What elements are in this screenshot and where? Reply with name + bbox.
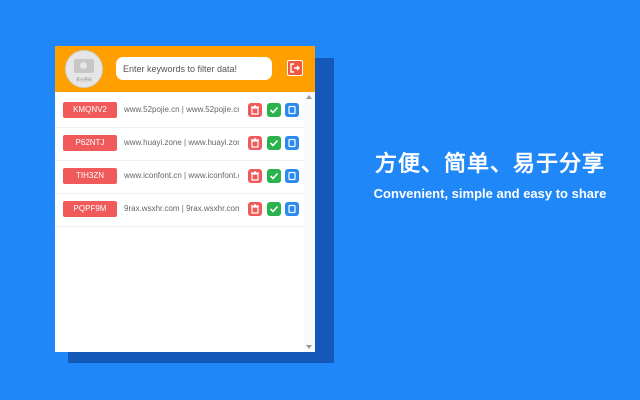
scroll-down-icon[interactable] — [306, 345, 312, 349]
delete-button[interactable] — [248, 136, 262, 150]
copy-icon — [288, 105, 296, 115]
code-badge[interactable]: P62NTJ — [63, 135, 117, 151]
scrollbar[interactable] — [304, 92, 315, 352]
check-icon — [269, 172, 279, 180]
code-badge[interactable]: TIH3ZN — [63, 168, 117, 184]
list-item: TIH3ZN www.iconfont.cn | www.iconfont.cn — [55, 164, 305, 194]
hero-subtitle: Convenient, simple and easy to share — [373, 186, 607, 201]
app-logo: 享分密码 — [65, 50, 103, 88]
delete-button[interactable] — [248, 103, 262, 117]
list-item: PQPF9M 9rax.wsxhr.com | 9rax.wsxhr.com — [55, 197, 305, 227]
password-list: KMQNV2 www.52pojie.cn | www.52pojie.cn P… — [55, 94, 305, 227]
logo-card-icon — [74, 59, 94, 73]
item-urls: www.huayi.zone | www.huayi.zone — [124, 138, 239, 147]
scroll-up-icon[interactable] — [306, 95, 312, 99]
confirm-button[interactable] — [267, 136, 281, 150]
copy-icon — [288, 171, 296, 181]
delete-button[interactable] — [248, 169, 262, 183]
exit-button[interactable] — [287, 60, 303, 76]
delete-button[interactable] — [248, 202, 262, 216]
search-input[interactable] — [116, 57, 272, 80]
hero-title: 方便、简单、易于分享 — [374, 151, 605, 176]
item-urls: www.52pojie.cn | www.52pojie.cn — [124, 105, 239, 114]
confirm-button[interactable] — [267, 202, 281, 216]
copy-button[interactable] — [285, 136, 299, 150]
list-item: KMQNV2 www.52pojie.cn | www.52pojie.cn — [55, 98, 305, 128]
code-badge[interactable]: KMQNV2 — [63, 102, 117, 118]
popup-header: 享分密码 — [55, 46, 315, 92]
check-icon — [269, 139, 279, 147]
logo-text: 享分密码 — [76, 77, 92, 82]
trash-icon — [251, 204, 259, 214]
check-icon — [269, 106, 279, 114]
list-item: P62NTJ www.huayi.zone | www.huayi.zone — [55, 131, 305, 161]
trash-icon — [251, 105, 259, 115]
extension-popup: 享分密码 KMQNV2 www.52pojie.cn | www.52pojie… — [55, 46, 315, 352]
exit-icon — [290, 63, 300, 73]
trash-icon — [251, 138, 259, 148]
check-icon — [269, 205, 279, 213]
copy-button[interactable] — [285, 169, 299, 183]
trash-icon — [251, 171, 259, 181]
item-urls: www.iconfont.cn | www.iconfont.cn — [124, 171, 239, 180]
confirm-button[interactable] — [267, 103, 281, 117]
copy-icon — [288, 138, 296, 148]
copy-button[interactable] — [285, 202, 299, 216]
copy-icon — [288, 204, 296, 214]
item-urls: 9rax.wsxhr.com | 9rax.wsxhr.com — [124, 204, 239, 213]
confirm-button[interactable] — [267, 169, 281, 183]
copy-button[interactable] — [285, 103, 299, 117]
code-badge[interactable]: PQPF9M — [63, 201, 117, 217]
